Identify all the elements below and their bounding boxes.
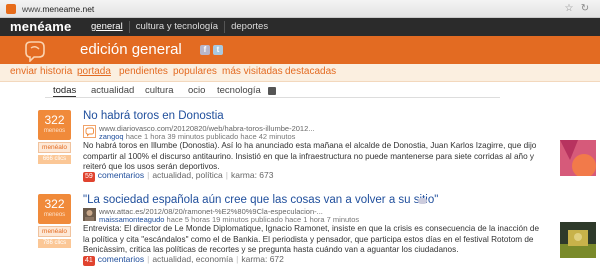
separator: | bbox=[147, 254, 150, 264]
url-field[interactable]: www.meneame.net bbox=[22, 4, 94, 14]
sub-nav: enviar historia portada pendientes popul… bbox=[0, 64, 600, 82]
story-thumbnail[interactable] bbox=[560, 222, 596, 258]
story-karma: karma: 673 bbox=[230, 170, 274, 180]
menealo-button[interactable]: menéalo bbox=[38, 142, 71, 153]
story-item: 322 meneos menéalo 666 clics No habrá to… bbox=[0, 110, 600, 182]
tab-actualidad[interactable]: actualidad bbox=[91, 85, 134, 96]
separator: | bbox=[147, 170, 150, 180]
story-byline: zangoq hace 1 hora 39 minutos publicado … bbox=[99, 132, 295, 141]
avatar[interactable] bbox=[83, 125, 96, 138]
vote-label: meneos bbox=[43, 212, 66, 218]
tab-tecnologia[interactable]: tecnología bbox=[217, 85, 261, 96]
star-icon[interactable]: ☆ bbox=[563, 3, 575, 15]
story-body: No habrá toros en Illumbe (Donostia). As… bbox=[83, 141, 537, 171]
story-thumbnail[interactable] bbox=[560, 140, 596, 176]
rss-icon[interactable] bbox=[268, 87, 276, 95]
tabs-divider bbox=[45, 97, 500, 98]
topnav-deportes[interactable]: deportes bbox=[224, 21, 274, 33]
story-user[interactable]: maissamonteagudo bbox=[99, 215, 164, 224]
story-byline: maissamonteagudo hace 5 horas 19 minutos… bbox=[99, 215, 359, 224]
story-footer: 59 comentarios | actualidad, política | karma… bbox=[83, 170, 274, 182]
avatar[interactable] bbox=[83, 208, 96, 221]
clicks-count: 666 clics bbox=[38, 155, 71, 164]
story-footer: 41 comentarios | actualidad, economía | karma… bbox=[83, 254, 284, 266]
filter-tabs: todas actualidad cultura ocio tecnología bbox=[0, 82, 600, 98]
story-meta: hace 5 horas 19 minutos publicado hace 1… bbox=[164, 215, 360, 224]
comment-count-badge[interactable]: 41 bbox=[83, 256, 95, 266]
comment-count-badge[interactable]: 59 bbox=[83, 172, 95, 182]
tab-ocio[interactable]: ocio bbox=[188, 85, 205, 96]
site-logo[interactable]: menéame bbox=[10, 19, 71, 34]
vote-count: 322 bbox=[44, 113, 65, 127]
story-title[interactable]: No habrá toros en Donostia bbox=[83, 110, 224, 122]
separator: | bbox=[225, 170, 228, 180]
url-prefix: www. bbox=[22, 4, 43, 14]
subnav-destacadas[interactable]: destacadas bbox=[285, 66, 336, 77]
story-karma: karma: 672 bbox=[241, 254, 284, 264]
subnav-populares[interactable]: populares bbox=[173, 66, 217, 77]
subnav-enviar-historia[interactable]: enviar historia bbox=[10, 66, 72, 77]
story-body: Entrevista: El director de Le Monde Dipl… bbox=[83, 224, 540, 254]
comments-link[interactable]: comentarios bbox=[98, 170, 144, 180]
vote-counter: 322 meneos bbox=[38, 110, 71, 140]
clicks-count: 786 clics bbox=[38, 239, 71, 248]
story-title[interactable]: "La sociedad española aún cree que las c… bbox=[83, 194, 438, 206]
menealo-button[interactable]: menéalo bbox=[38, 226, 71, 237]
facebook-icon[interactable]: f bbox=[200, 45, 210, 55]
browser-address-bar[interactable]: www.meneame.net ☆ ↻ bbox=[0, 0, 600, 18]
story-category[interactable]: actualidad, economía bbox=[152, 254, 233, 264]
section-title: edición general bbox=[80, 41, 182, 58]
url-host: meneame.net bbox=[42, 4, 95, 14]
twitter-icon[interactable]: t bbox=[213, 45, 223, 55]
separator: | bbox=[236, 254, 239, 264]
story-meta: hace 1 hora 39 minutos publicado hace 42… bbox=[123, 132, 296, 141]
story-category[interactable]: actualidad, política bbox=[152, 170, 222, 180]
vote-label: meneos bbox=[43, 128, 66, 134]
subnav-pendientes[interactable]: pendientes bbox=[119, 66, 168, 77]
top-nav: general cultura y tecnología deportes bbox=[85, 21, 274, 33]
tab-todas[interactable]: todas bbox=[53, 85, 77, 97]
reload-icon[interactable]: ↻ bbox=[579, 3, 591, 15]
tab-cultura[interactable]: cultura bbox=[145, 85, 174, 96]
top-bar: menéame general cultura y tecnología dep… bbox=[0, 18, 600, 36]
story-user[interactable]: zangoq bbox=[99, 132, 124, 141]
section-header: edición general f t bbox=[0, 36, 600, 64]
favicon-icon bbox=[6, 4, 16, 14]
subnav-mas-visitadas[interactable]: más visitadas bbox=[222, 66, 283, 77]
vote-count: 322 bbox=[44, 197, 65, 211]
topnav-general[interactable]: general bbox=[85, 21, 129, 33]
topnav-cultura-tecnologia[interactable]: cultura y tecnología bbox=[128, 21, 224, 33]
meneame-logo-icon bbox=[25, 41, 45, 62]
story-item: 322 meneos menéalo 786 clics "La socieda… bbox=[0, 194, 600, 271]
vote-counter: 322 meneos bbox=[38, 194, 71, 224]
comments-link[interactable]: comentarios bbox=[98, 254, 144, 264]
save-icon[interactable] bbox=[418, 198, 427, 204]
subnav-portada[interactable]: portada bbox=[77, 66, 111, 77]
